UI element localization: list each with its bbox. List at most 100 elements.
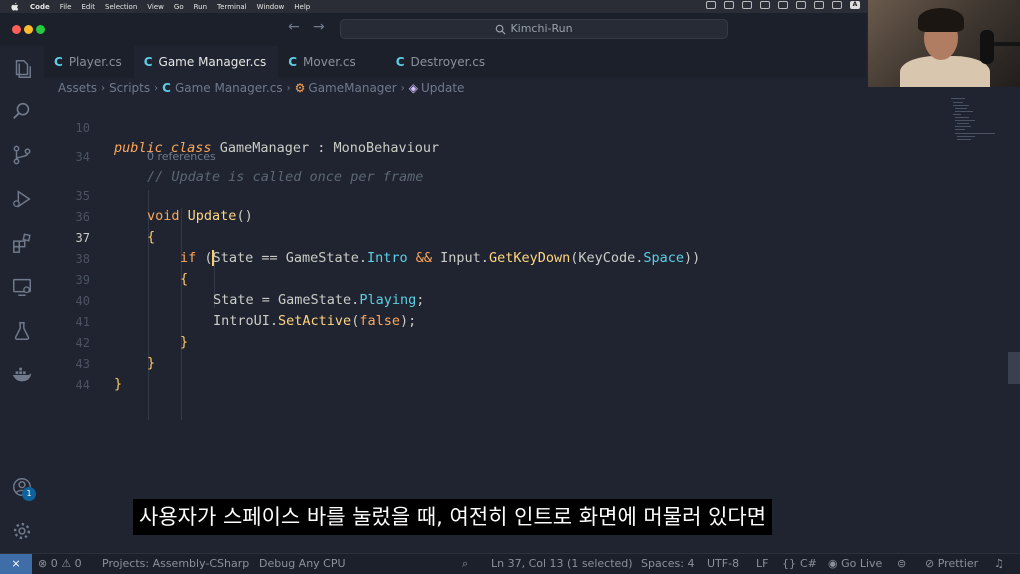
end-of-line[interactable]: LF xyxy=(756,554,768,574)
menu-app-code[interactable]: Code xyxy=(30,3,50,11)
minimap-line xyxy=(955,129,965,130)
breadcrumb-file[interactable]: Game Manager.cs xyxy=(175,81,283,95)
wifi-icon[interactable] xyxy=(778,1,788,9)
warning-icon: ⚠ xyxy=(61,557,72,570)
zoom-icon[interactable]: ⌕ xyxy=(462,554,468,574)
forward-arrow-icon[interactable]: → xyxy=(313,19,325,35)
bluetooth-icon[interactable] xyxy=(814,1,824,9)
indent-guide xyxy=(181,208,182,420)
minimize-window-button[interactable] xyxy=(24,25,33,34)
menu-window[interactable]: Window xyxy=(257,3,285,11)
menu-go[interactable]: Go xyxy=(174,3,184,11)
close-window-button[interactable] xyxy=(12,25,21,34)
code-comment: // Update is called once per frame xyxy=(147,169,424,185)
build-config[interactable]: Debug Any CPU xyxy=(259,554,346,574)
run-debug-icon[interactable] xyxy=(11,188,33,210)
csharp-file-icon: C xyxy=(162,81,171,95)
code-line: 40 IntroUI.SetActive(false); xyxy=(44,271,417,329)
input-source-indicator[interactable]: A xyxy=(850,1,860,9)
status-bar: ⨯ ⊗ 0 ⚠ 0 Projects: Assembly-CSharp Debu… xyxy=(0,553,1020,574)
code-brace: } xyxy=(180,334,189,350)
cursor-position[interactable]: Ln 37, Col 13 (1 selected) xyxy=(491,554,633,574)
search-icon[interactable] xyxy=(11,100,33,122)
line-number: 34 xyxy=(75,150,90,164)
minimap-line xyxy=(955,111,973,112)
remote-indicator-icon[interactable]: ⨯ xyxy=(0,554,32,574)
system-tray: A xyxy=(706,1,860,9)
go-live-button[interactable]: ◉ Go Live xyxy=(828,554,882,574)
braces-icon[interactable]: {} xyxy=(782,554,796,574)
csharp-file-icon: C xyxy=(54,55,63,69)
menu-edit[interactable]: Edit xyxy=(81,3,95,11)
webcam-microphone xyxy=(980,30,994,64)
prettier-button[interactable]: ⊘ Prettier xyxy=(925,554,978,574)
code-text: State = GameState.Playing; xyxy=(213,292,425,308)
breadcrumb-scripts[interactable]: Scripts xyxy=(109,81,150,95)
testing-icon[interactable] xyxy=(11,320,33,342)
tab-destroyer[interactable]: C Destroyer.cs xyxy=(368,46,497,78)
error-icon: ⊗ xyxy=(38,557,48,570)
copilot-icon[interactable]: ⊜ xyxy=(897,554,906,574)
error-count: 0 xyxy=(50,557,58,570)
zoom-window-button[interactable] xyxy=(36,25,45,34)
code-text: IntroUI.SetActive(false); xyxy=(213,313,417,329)
minimap-line xyxy=(955,126,971,127)
scrollbar-thumb[interactable] xyxy=(1008,352,1020,384)
command-center-search[interactable]: Kimchi-Run xyxy=(340,19,728,39)
menu-bar: Code File Edit Selection View Go Run Ter… xyxy=(0,0,1020,13)
minimap-line xyxy=(951,98,965,99)
code-brace: { xyxy=(147,229,156,245)
back-arrow-icon[interactable]: ← xyxy=(288,19,300,35)
problems-indicator[interactable]: ⊗ 0 ⚠ 0 xyxy=(38,554,82,574)
tab-player[interactable]: C Player.cs xyxy=(44,46,134,78)
extensions-icon[interactable] xyxy=(11,232,33,254)
notifications-bell-icon[interactable]: ♫ xyxy=(994,554,1004,574)
minimap[interactable] xyxy=(949,96,1019,553)
vpn-icon[interactable] xyxy=(760,1,770,9)
broadcast-icon: ◉ xyxy=(828,557,838,570)
docker-icon[interactable] xyxy=(11,364,33,386)
tab-mover[interactable]: C Mover.cs xyxy=(278,46,368,78)
code-line: 43 } xyxy=(44,334,123,392)
menu-terminal[interactable]: Terminal xyxy=(217,3,247,11)
class-symbol-icon: ⚙ xyxy=(294,81,306,95)
remote-explorer-icon[interactable] xyxy=(11,276,33,298)
activity-bar: 1 xyxy=(0,46,44,553)
breadcrumb-method[interactable]: Update xyxy=(421,81,464,95)
menu-help[interactable]: Help xyxy=(294,3,310,11)
editor-tabs: C Player.cs C Game Manager.cs C Mover.cs CD… xyxy=(44,46,866,78)
tab-game-manager[interactable]: C Game Manager.cs xyxy=(133,46,279,78)
code-brace: { xyxy=(180,271,189,287)
code-text: if (State == GameState.Intro && Input.Ge… xyxy=(180,250,701,266)
chevron-right-icon: › xyxy=(400,82,405,94)
project-selector[interactable]: Projects: Assembly-CSharp xyxy=(102,554,249,574)
volume-icon[interactable] xyxy=(796,1,806,9)
headset-icon[interactable] xyxy=(742,1,752,9)
code-line: 35 void Update() xyxy=(44,166,253,224)
indentation[interactable]: Spaces: 4 xyxy=(641,554,694,574)
code-brace: } xyxy=(114,376,123,392)
breadcrumb-assets[interactable]: Assets xyxy=(58,81,97,95)
menu-file[interactable]: File xyxy=(60,3,72,11)
breadcrumb: Assets › Scripts › C Game Manager.cs › ⚙… xyxy=(58,80,464,96)
apple-icon[interactable] xyxy=(10,2,20,11)
breadcrumb-class[interactable]: GameManager xyxy=(308,81,396,95)
menu-view[interactable]: View xyxy=(147,3,164,11)
prettier-label: Prettier xyxy=(937,557,979,570)
control-center-icon[interactable] xyxy=(832,1,842,9)
csharp-file-icon: C xyxy=(288,55,298,69)
video-subtitle: 사용자가 스페이스 바를 눌렀을 때, 여전히 인트로 화면에 머물러 있다면 xyxy=(133,499,773,535)
screen-record-icon[interactable] xyxy=(706,1,716,9)
display-icon[interactable] xyxy=(724,1,734,9)
files-icon[interactable] xyxy=(11,58,33,80)
settings-gear-icon[interactable] xyxy=(11,520,33,542)
account-badge: 1 xyxy=(22,487,36,501)
source-control-icon[interactable] xyxy=(11,144,33,166)
menu-run[interactable]: Run xyxy=(194,3,207,11)
webcam-overlay xyxy=(868,0,1020,87)
codelens-references[interactable]: 0 references xyxy=(147,148,216,166)
menu-selection[interactable]: Selection xyxy=(105,3,137,11)
language-mode[interactable]: C# xyxy=(800,554,817,574)
code-editor[interactable]: 10 public class GameManager : MonoBehavi… xyxy=(44,98,949,553)
encoding[interactable]: UTF-8 xyxy=(707,554,739,574)
